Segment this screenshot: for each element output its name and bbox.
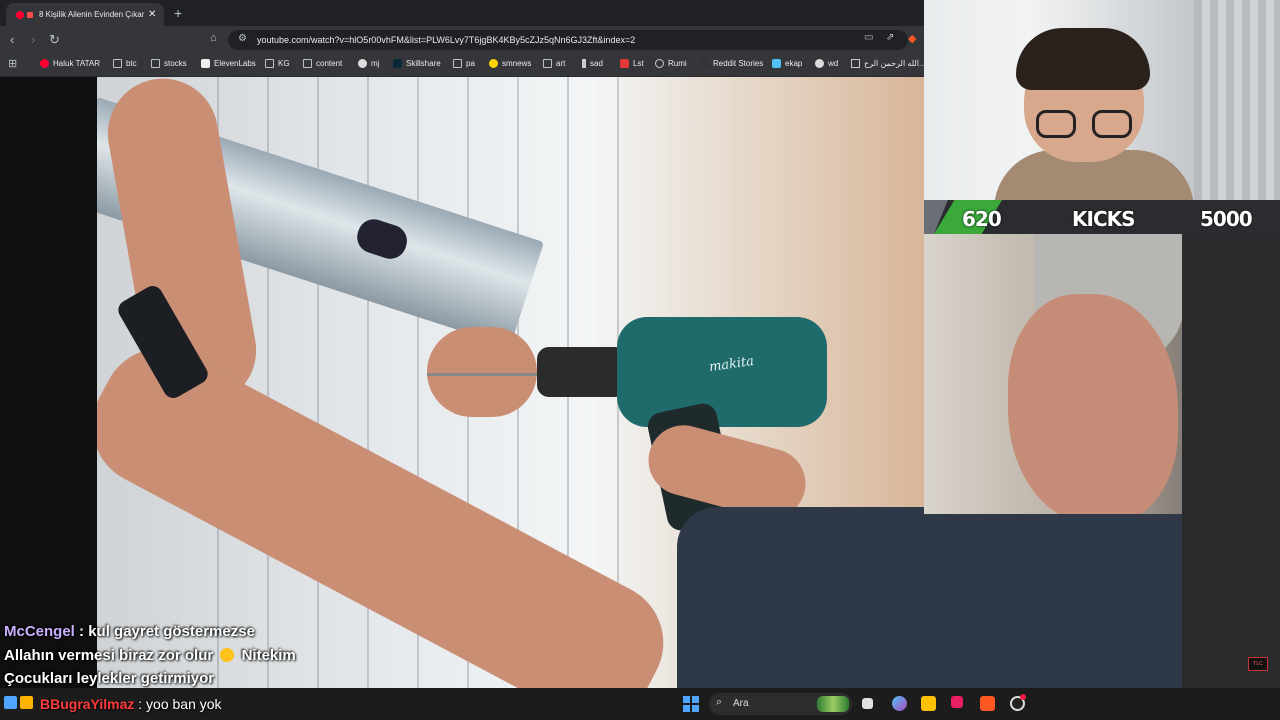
bookmark-item[interactable]: stocks [151,59,187,68]
bookmark-icon[interactable]: ⌂ [210,32,217,44]
chat-message: Çocukları leylekler getirmiyor [4,667,296,691]
bookmark-item[interactable]: smnews [489,59,531,68]
weather-icon[interactable] [20,696,33,709]
video-continuation [924,234,1280,688]
site-settings-icon[interactable]: ⚙ [238,33,247,44]
score-label: KICKS [1072,207,1136,231]
tab-title: 8 Kişilik Ailenin Evinden Çıkan [39,10,144,19]
cast-icon[interactable]: ▭ [864,32,873,43]
bookmark-item[interactable]: sad [582,59,603,68]
smiley-icon [489,59,498,68]
bookmark-item[interactable]: content [303,59,342,68]
youtube-icon [40,59,49,68]
folder-icon [113,59,122,68]
star-eyes-emoji-icon [220,647,235,662]
slash-icon [582,59,586,68]
chat-text: Allahın vermesi biraz zor olur [4,646,214,664]
bookmark-item[interactable]: Skillshare [393,59,441,68]
webcam-feed [924,0,1280,200]
bookmark-item[interactable]: الله الرحمن الرح... [851,59,926,68]
score-right: 5000 [1200,207,1253,231]
new-tab-button[interactable]: + [174,5,182,21]
chat-text: : yoo ban yok [134,696,222,712]
bookmark-item[interactable]: Rumi [655,59,687,68]
bookmark-item[interactable]: Lst [620,59,644,68]
folder-icon [543,59,552,68]
tab-strip: 8 Kişilik Ailenin Evinden Çıkan ✕ + [0,0,924,26]
close-tab-icon[interactable]: ✕ [148,9,156,20]
brave-browser-icon[interactable] [980,696,995,711]
chat-text: : kul gayret göstermezse [74,623,255,640]
s-logo-icon [620,59,629,68]
bookmark-item[interactable]: Haluk TATAR [40,59,100,68]
tray-left [4,696,36,709]
folder-icon [151,59,160,68]
folder-icon [303,59,312,68]
ekap-icon [772,59,781,68]
youtube-icon [27,11,33,18]
wd-icon [815,59,824,68]
chat-username: BBugraYilmaz [40,696,135,712]
bookmark-item[interactable]: wd [815,59,838,68]
tab-youtube[interactable]: 8 Kişilik Ailenin Evinden Çıkan ✕ [6,3,164,26]
task-view-icon[interactable] [862,698,873,709]
bookmark-item[interactable]: Reddit Stories [700,59,763,68]
recording-indicator-icon [1020,694,1026,700]
reload-icon[interactable]: ↻ [49,32,60,48]
share-icon[interactable]: ⇗ [886,32,894,43]
chat-overlay: McCengel : kul gayret göstermezse Allahı… [4,620,296,691]
globe-icon [655,59,664,68]
video-frame: makita [97,77,924,688]
bookmark-item[interactable]: ekap [772,59,802,68]
browser-toolbar: ‹ › ↻ ⌂ ⚙ youtube.com/watch?v=hlO5r00vhF… [0,26,924,54]
video-player[interactable]: makita [0,77,924,688]
bookmark-item[interactable]: KG [265,59,290,68]
d-logo-icon [700,59,709,68]
address-bar[interactable]: ⚙ youtube.com/watch?v=hlO5r00vhFM&list=P… [228,30,908,50]
file-explorer-icon[interactable] [921,696,936,711]
forward-icon[interactable]: › [31,32,35,47]
chat-text: Çocukları leylekler getirmiyor [4,670,215,687]
bookmark-item[interactable]: mj [358,59,379,68]
start-button[interactable] [683,696,699,712]
record-icon [16,10,24,19]
search-icon: ⌕ [716,696,723,708]
url-text: youtube.com/watch?v=hlO5r00vhFM&list=PLW… [257,35,636,45]
bookmark-item[interactable]: btc [113,59,137,68]
elevenlabs-icon [201,59,210,68]
widget-icon[interactable] [4,696,17,709]
folder-icon [453,59,462,68]
search-highlight-image [817,696,849,712]
search-label: Ara [733,698,749,709]
chat-message-bottom: BBugraYilmaz : yoo ban yok [40,696,222,712]
folder-icon [265,59,274,68]
chat-message: McCengel : kul gayret göstermezse [4,620,296,644]
channel-badge: TLC [1248,657,1268,671]
taskbar-search[interactable]: ⌕ Ara [709,693,852,715]
chat-message: Allahın vermesi biraz zor olur Nitekim [4,644,296,668]
skillshare-icon [393,59,402,68]
bookmark-item[interactable]: pa [453,59,475,68]
score-left: 620 [962,207,1002,231]
bookmarks-bar: ⊞ Haluk TATAR btc stocks ElevenLabs KG c… [0,54,926,77]
apps-icon[interactable]: ⊞ [8,57,17,70]
stream-overlay: 620 KICKS 5000 [924,0,1280,688]
bookmark-item[interactable]: art [543,59,565,68]
back-icon[interactable]: ‹ [10,32,14,47]
browser-window: 8 Kişilik Ailenin Evinden Çıkan ✕ + ‹ › … [0,0,926,688]
github-icon [358,59,367,68]
snipping-tool-icon[interactable] [951,696,963,708]
bookmark-item[interactable]: ElevenLabs [201,59,256,68]
chat-text: Nitekim [241,646,296,664]
page-icon [851,59,860,68]
chat-username: McCengel [4,623,75,640]
glasses [1036,110,1136,140]
copilot-icon[interactable] [892,696,907,711]
brave-shield-icon[interactable]: ◆ [908,32,916,45]
